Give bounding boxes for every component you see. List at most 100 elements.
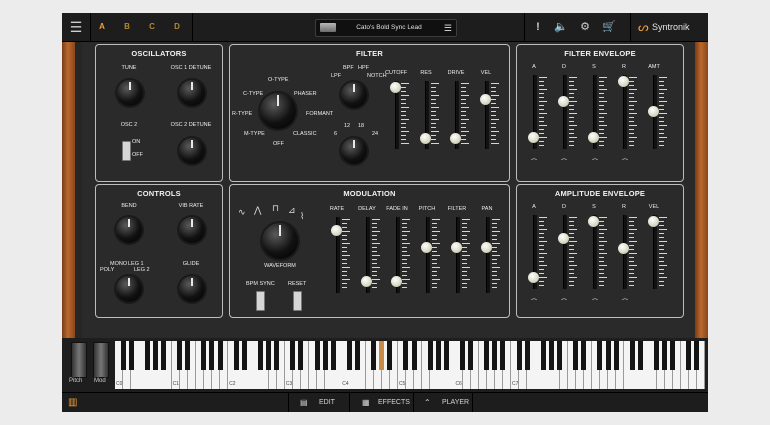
cart-icon[interactable]: 🛒 xyxy=(601,18,617,36)
black-key[interactable] xyxy=(266,341,272,370)
black-key[interactable] xyxy=(201,341,207,370)
black-key[interactable] xyxy=(354,341,360,370)
filter-fader-handle[interactable] xyxy=(451,242,462,254)
osc1-detune-knob[interactable] xyxy=(179,80,205,106)
black-key[interactable] xyxy=(371,341,377,370)
black-key[interactable] xyxy=(322,341,328,370)
black-key[interactable] xyxy=(241,341,247,370)
black-key[interactable] xyxy=(484,341,490,370)
black-key[interactable] xyxy=(629,341,635,370)
vel-fader-handle[interactable] xyxy=(480,94,491,105)
black-key[interactable] xyxy=(177,341,183,370)
black-key[interactable] xyxy=(670,341,676,370)
osc2-toggle[interactable] xyxy=(122,141,131,161)
black-key[interactable] xyxy=(435,341,441,370)
r-fader-handle[interactable] xyxy=(618,76,629,88)
black-key[interactable] xyxy=(500,341,506,370)
tune-knob[interactable] xyxy=(117,80,143,106)
black-key[interactable] xyxy=(443,341,449,370)
black-key[interactable] xyxy=(152,341,158,370)
vel-fader-track[interactable] xyxy=(485,81,489,149)
a-fader-handle[interactable] xyxy=(528,132,539,144)
bend-knob[interactable] xyxy=(116,217,142,243)
black-key[interactable] xyxy=(460,341,466,370)
pitch-wheel[interactable] xyxy=(71,342,87,378)
pan-fader-handle[interactable] xyxy=(481,242,492,254)
black-key[interactable] xyxy=(160,341,166,370)
black-key[interactable] xyxy=(387,341,393,370)
black-key[interactable] xyxy=(128,341,134,370)
osc2-detune-knob[interactable] xyxy=(179,138,205,164)
speaker-icon[interactable]: 🔈 xyxy=(553,18,569,36)
black-key[interactable] xyxy=(686,341,692,370)
fade-in-fader-handle[interactable] xyxy=(391,276,402,288)
bpm-sync-toggle[interactable] xyxy=(256,291,265,311)
reset-toggle[interactable] xyxy=(293,291,302,311)
filter-fader-track[interactable] xyxy=(456,217,460,293)
res-fader-handle[interactable] xyxy=(420,133,431,144)
effects-tab[interactable]: EFFECTS xyxy=(378,393,410,412)
black-key[interactable] xyxy=(516,341,522,370)
pan-fader-track[interactable] xyxy=(486,217,490,293)
black-key[interactable] xyxy=(573,341,579,370)
black-key[interactable] xyxy=(613,341,619,370)
player-tab[interactable]: PLAYER xyxy=(442,393,469,412)
pitch-fader-handle[interactable] xyxy=(421,242,432,254)
black-key[interactable] xyxy=(185,341,191,370)
delay-fader-handle[interactable] xyxy=(361,276,372,288)
cutoff-fader-handle[interactable] xyxy=(390,82,401,93)
black-key[interactable] xyxy=(540,341,546,370)
edit-tab[interactable]: EDIT xyxy=(319,393,335,412)
black-key-active[interactable] xyxy=(379,341,385,370)
preset-selector[interactable]: Cato's Bold Sync Lead ☰ xyxy=(315,19,457,37)
a-fader-handle[interactable] xyxy=(528,272,539,284)
s-fader-handle[interactable] xyxy=(588,216,599,228)
black-key[interactable] xyxy=(411,341,417,370)
black-key[interactable] xyxy=(654,341,659,370)
black-key[interactable] xyxy=(144,341,150,370)
black-key[interactable] xyxy=(524,341,530,370)
black-key[interactable] xyxy=(120,341,126,370)
black-key[interactable] xyxy=(597,341,603,370)
d-fader-handle[interactable] xyxy=(558,232,569,244)
amt-fader-handle[interactable] xyxy=(648,106,659,117)
vib-rate-knob[interactable] xyxy=(179,217,205,243)
black-key[interactable] xyxy=(217,341,223,370)
filter-type-knob[interactable] xyxy=(260,93,296,129)
d-fader-handle[interactable] xyxy=(558,96,569,108)
black-key[interactable] xyxy=(298,341,304,370)
black-key[interactable] xyxy=(662,341,668,370)
slot-c-tab[interactable]: C xyxy=(144,19,160,35)
list-icon[interactable]: ☰ xyxy=(444,20,452,36)
alert-icon[interactable]: ! xyxy=(530,18,546,36)
mod-wheel[interactable] xyxy=(93,342,109,378)
d-fader-track[interactable] xyxy=(563,75,567,149)
black-key[interactable] xyxy=(581,341,587,370)
slot-b-tab[interactable]: B xyxy=(119,19,135,35)
voice-mode-knob[interactable] xyxy=(116,276,142,302)
black-key[interactable] xyxy=(427,341,433,370)
black-key[interactable] xyxy=(492,341,498,370)
glide-knob[interactable] xyxy=(179,276,205,302)
black-key[interactable] xyxy=(346,341,352,370)
gear-icon[interactable]: ⚙ xyxy=(577,18,593,36)
black-key[interactable] xyxy=(257,341,263,370)
piano-keys[interactable]: C0 C1 C2 C3 C4 C5 C6 C7 xyxy=(115,341,706,389)
black-key[interactable] xyxy=(209,341,215,370)
waveform-knob[interactable] xyxy=(262,223,298,259)
black-key[interactable] xyxy=(330,341,336,370)
filter-mode-knob[interactable] xyxy=(341,82,367,108)
black-key[interactable] xyxy=(694,341,700,370)
r-fader-handle[interactable] xyxy=(618,242,629,254)
keyboard-icon[interactable]: ▥ xyxy=(68,393,77,412)
vel-fader-handle[interactable] xyxy=(648,216,659,228)
d-fader-track[interactable] xyxy=(563,215,567,289)
black-key[interactable] xyxy=(314,341,320,370)
black-key[interactable] xyxy=(605,341,611,370)
slot-d-tab[interactable]: D xyxy=(169,19,185,35)
black-key[interactable] xyxy=(468,341,474,370)
black-key[interactable] xyxy=(637,341,643,370)
slot-a-tab[interactable]: A xyxy=(94,19,110,35)
black-key[interactable] xyxy=(403,341,409,370)
s-fader-handle[interactable] xyxy=(588,132,599,144)
